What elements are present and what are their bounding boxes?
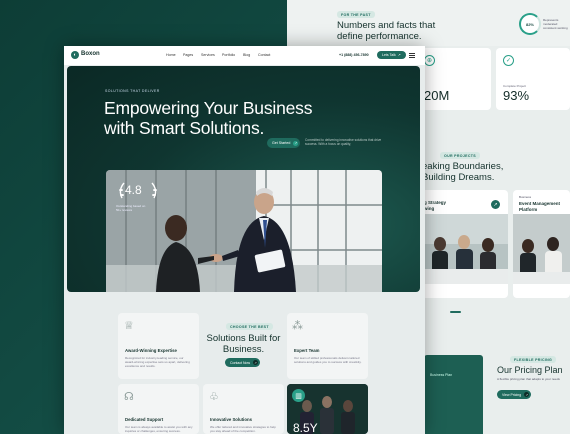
stats-headline-line2: define performance. xyxy=(337,31,422,42)
project-card-1[interactable]: g Strategy wing ↗ xyxy=(418,190,508,298)
view-pricing-button[interactable]: View Pricing ↗ xyxy=(497,390,532,399)
progress-circle: 82% xyxy=(519,13,541,35)
rating-text: Outstanding based on 50+ reviews xyxy=(116,204,160,212)
feature-card-dark: ▥ 8.5Y xyxy=(287,384,368,434)
project-card-2[interactable]: Business Event Management Platform xyxy=(513,190,570,298)
projects-heading: eaking Boundaries, Building Dreams. xyxy=(422,161,542,183)
pricing-tag: FLEXIBLE PRICING xyxy=(510,356,557,363)
project-card-1-title: g Strategy wing xyxy=(424,200,446,211)
rating-text-line2: 50+ reviews xyxy=(116,208,133,212)
get-started-button[interactable]: Get Started ↗ xyxy=(267,138,301,148)
stats-tag: FOR THE PAST xyxy=(337,11,375,18)
feature-title: Expert Team xyxy=(294,348,320,353)
projects-tag: OUR PROJECTS xyxy=(440,152,480,159)
arrow-icon: ↗ xyxy=(253,360,259,365)
contact-now-label: Contact Now xyxy=(230,360,251,365)
feature-desc: Recognized for industry-leading service,… xyxy=(125,356,190,368)
rating-badge: 4.8 Outstanding based on 50+ reviews xyxy=(116,180,160,218)
project-card-2-category: Business xyxy=(519,195,532,199)
feature-desc: We offer tailored and innovative strateg… xyxy=(210,425,276,433)
feature-desc: Our team of skilled professionals delive… xyxy=(294,356,362,364)
projects-heading-line2: Building Dreams. xyxy=(422,172,495,183)
project-card-1-title-line1: g Strategy xyxy=(424,200,447,205)
logo-icon[interactable]: ◐ xyxy=(71,51,79,59)
view-pricing-label: View Pricing xyxy=(502,392,522,397)
check-circle-icon: ✓ xyxy=(503,55,514,66)
logo-text[interactable]: Boxon xyxy=(81,51,100,57)
navbar: ◐ Boxon Home Pages Services Portfolio Bl… xyxy=(64,46,425,65)
stat-card-1: ⊕ 20M xyxy=(418,48,491,110)
stats-headline: Numbers and facts that define performanc… xyxy=(337,20,457,42)
trophy-icon: ♕ xyxy=(124,320,134,332)
menu-icon[interactable] xyxy=(409,53,415,58)
headset-icon: ☊ xyxy=(124,391,134,403)
rating-value: 4.8 xyxy=(125,183,142,197)
progress-note: Represents moderated consistent working xyxy=(543,18,568,30)
feature-card-award: ♕ Award-Winning Expertise Recognized for… xyxy=(118,313,199,379)
lets-talk-label: Lets Talk xyxy=(382,53,396,57)
pricing-panel-text: Business Plan xyxy=(430,373,453,377)
solutions-title-line2: Business. xyxy=(222,343,265,355)
feature-title: Innovative Solutions xyxy=(210,417,253,422)
feature-title: Award-Winning Expertise xyxy=(125,348,177,353)
nav-link-services[interactable]: Services xyxy=(201,53,215,57)
chart-icon: ▥ xyxy=(292,389,305,402)
feature-card-support: ☊ Dedicated Support Our team is always a… xyxy=(118,384,199,434)
nav-link-blog[interactable]: Blog xyxy=(243,53,250,57)
team-icon: ⁂ xyxy=(292,320,303,332)
get-started-label: Get Started xyxy=(272,141,291,145)
contact-now-button[interactable]: Contact Now ↗ xyxy=(225,358,261,367)
hero-photo: 4.8 Outstanding based on 50+ reviews xyxy=(106,170,382,292)
feature-card-team: ⁂ Expert Team Our team of skilled profes… xyxy=(287,313,368,379)
hero-title: Empowering Your Business with Smart Solu… xyxy=(104,98,404,138)
project-card-1-title-line2: wing xyxy=(424,205,435,211)
stats-headline-line1: Numbers and facts that xyxy=(337,20,436,31)
nav-link-portfolio[interactable]: Portfolio xyxy=(222,53,235,57)
hero-description: Committed to delivering innovative solut… xyxy=(305,138,382,147)
feature-desc: Our team is always available to assist y… xyxy=(125,425,193,433)
stat-value-1: 20M xyxy=(424,88,450,103)
bulb-icon: ♧ xyxy=(209,391,219,403)
stat-card-2: ✓ Complete Project 93% xyxy=(496,48,570,110)
globe-icon: ⊕ xyxy=(424,55,435,66)
hero-title-line2: with Smart Solutions. xyxy=(104,118,265,138)
dark-card-number: 8.5Y xyxy=(293,421,318,434)
arrow-icon: ↗ xyxy=(397,53,401,57)
nav-link-contact[interactable]: Contact xyxy=(258,53,270,57)
slider-indicator[interactable] xyxy=(450,311,461,313)
solutions-title: Solutions Built for Business. xyxy=(203,333,284,355)
nav-link-home[interactable]: Home xyxy=(166,53,176,57)
feature-title: Dedicated Support xyxy=(125,417,164,422)
project-card-2-title: Event Management Platform xyxy=(519,201,560,212)
pricing-description: A flexible pricing plan that adapts to y… xyxy=(497,377,560,381)
projects-heading-line1: eaking Boundaries, xyxy=(422,161,504,172)
arrow-icon: ↗ xyxy=(524,392,530,397)
feature-card-innovative: ♧ Innovative Solutions We offer tailored… xyxy=(203,384,284,434)
solutions-block: CHOOSE THE BEST Solutions Built for Busi… xyxy=(203,313,284,379)
stat-value-2: 93% xyxy=(503,88,530,103)
project-card-1-photo xyxy=(418,214,508,284)
solutions-title-line1: Solutions Built for xyxy=(206,333,281,344)
nav-link-pages[interactable]: Pages xyxy=(183,53,193,57)
nav-phone[interactable]: +1 (888) 456-7890 xyxy=(339,53,369,57)
lets-talk-button[interactable]: Lets Talk ↗ xyxy=(377,51,406,59)
hero-tag: SOLUTIONS THAT DELIVER xyxy=(105,89,160,93)
project-card-2-title-line2: Platform xyxy=(519,206,538,212)
project-card-2-title-line1: Event Management xyxy=(519,201,561,206)
pricing-dark-panel: Business Plan xyxy=(424,355,483,434)
arrow-icon: ↗ xyxy=(293,140,299,146)
features-tag: CHOOSE THE BEST xyxy=(226,323,273,330)
pricing-title: Our Pricing Plan xyxy=(497,365,563,375)
project-card-2-photo xyxy=(513,214,570,284)
arrow-icon[interactable]: ↗ xyxy=(491,200,500,209)
hero-title-line1: Empowering Your Business xyxy=(104,98,313,118)
